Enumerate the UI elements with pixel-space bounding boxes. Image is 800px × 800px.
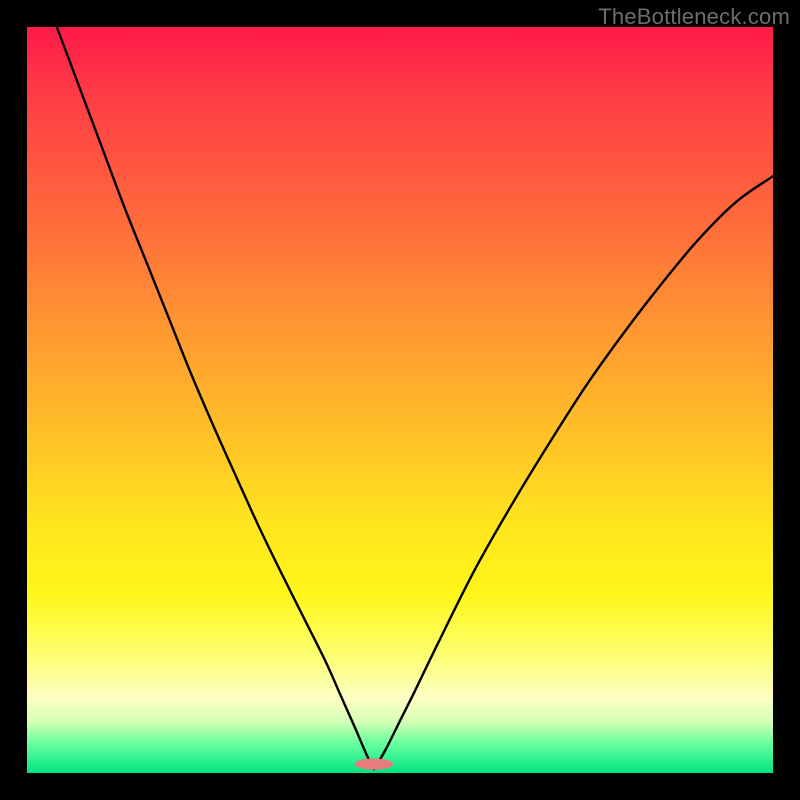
- bottleneck-marker: [354, 758, 393, 769]
- chart-svg: [27, 27, 773, 773]
- chart-frame: TheBottleneck.com: [0, 0, 800, 800]
- curve-right: [374, 176, 773, 769]
- plot-area: [27, 27, 773, 773]
- curve-left: [57, 27, 374, 769]
